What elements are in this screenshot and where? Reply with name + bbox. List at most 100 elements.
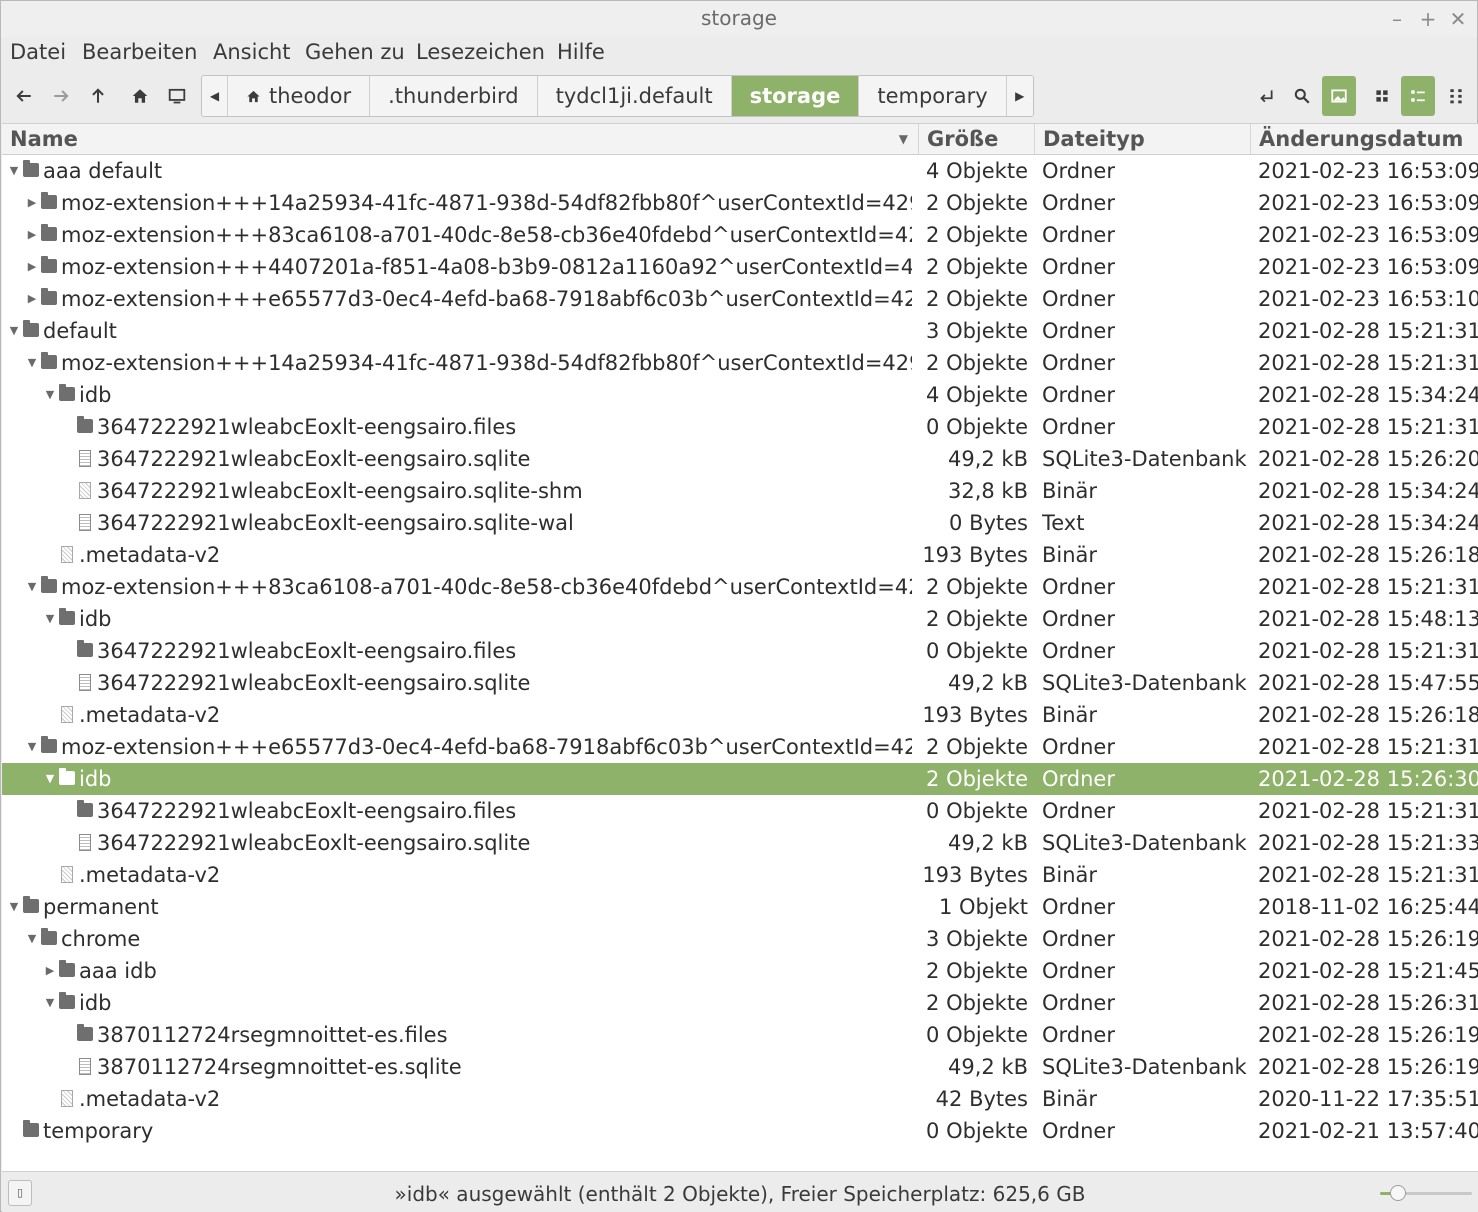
- folder-row[interactable]: ▼ moz-extension+++14a25934-41fc-4871-938d…: [2, 347, 1478, 379]
- forward-button[interactable]: [44, 79, 78, 113]
- row-date: 2021-02-23 16:53:09: [1258, 159, 1478, 183]
- up-button[interactable]: [81, 79, 115, 113]
- file-row[interactable]: .metadata-v2 193 Bytes Binär 2021-02-28 15:…: [2, 859, 1478, 891]
- row-date: 2021-02-28 15:26:19: [1258, 1055, 1478, 1079]
- expander-collapsed-icon[interactable]: ▶: [43, 955, 57, 987]
- folder-row[interactable]: 3647222921wleabcEoxlt-eengsairo.files 0 O…: [2, 411, 1478, 443]
- menu-lesezeichen[interactable]: Lesezeichen: [416, 40, 545, 64]
- folder-row[interactable]: temporary 0 Objekte Ordner 2021-02-21 13:57…: [2, 1115, 1478, 1147]
- file-row[interactable]: 3870112724rsegmnoittet-es.sqlite 49,2 kB S…: [2, 1051, 1478, 1083]
- row-date: 2021-02-28 15:21:31: [1258, 575, 1478, 599]
- expander-expanded-icon[interactable]: ▼: [25, 923, 39, 955]
- folder-row[interactable]: ▼ chrome 3 Objekte Ordner 2021-02-28 15:26:1…: [2, 923, 1478, 955]
- expander-expanded-icon[interactable]: ▼: [25, 571, 39, 603]
- computer-button[interactable]: [160, 79, 194, 113]
- icon-view-button[interactable]: [1322, 76, 1356, 116]
- folder-row[interactable]: ▶ aaa idb 2 Objekte Ordner 2021-02-28 15:21:…: [2, 955, 1478, 987]
- folder-row[interactable]: 3870112724rsegmnoittet-es.files 0 Objekte…: [2, 1019, 1478, 1051]
- row-size: 2 Objekte: [926, 575, 1028, 599]
- expander-expanded-icon[interactable]: ▼: [25, 731, 39, 763]
- folder-row[interactable]: 3647222921wleabcEoxlt-eengsairo.files 0 O…: [2, 795, 1478, 827]
- list-view-button[interactable]: [1401, 76, 1435, 116]
- folder-row[interactable]: ▼ idb 2 Objekte Ordner 2021-02-28 15:26:30: [2, 763, 1478, 795]
- menu-hilfe[interactable]: Hilfe: [557, 40, 605, 64]
- folder-row[interactable]: ▼ idb 4 Objekte Ordner 2021-02-28 15:34:24: [2, 379, 1478, 411]
- maximize-button[interactable]: +: [1413, 4, 1443, 34]
- folder-row[interactable]: ▶ moz-extension+++e65577d3-0ec4-4efd-ba68…: [2, 283, 1478, 315]
- row-name: 3647222921wleabcEoxlt-eengsairo.files: [97, 799, 517, 823]
- file-row[interactable]: 3647222921wleabcEoxlt-eengsairo.sqlite-s…: [2, 475, 1478, 507]
- breadcrumb-thunderbird[interactable]: .thunderbird: [370, 76, 538, 116]
- column-name[interactable]: Name ▼: [2, 124, 919, 155]
- folder-row[interactable]: 3647222921wleabcEoxlt-eengsairo.files 0 O…: [2, 635, 1478, 667]
- search-button[interactable]: [1285, 76, 1319, 116]
- expander-collapsed-icon[interactable]: ▶: [25, 219, 39, 251]
- folder-row[interactable]: ▶ moz-extension+++4407201a-f851-4a08-b3b9…: [2, 251, 1478, 283]
- menu-ansicht[interactable]: Ansicht: [213, 40, 291, 64]
- expander-collapsed-icon[interactable]: ▶: [25, 187, 39, 219]
- expander-expanded-icon[interactable]: ▼: [43, 603, 57, 635]
- breadcrumb-temporary[interactable]: temporary: [859, 76, 1007, 116]
- breadcrumb-scroll-right[interactable]: ▶: [1006, 76, 1033, 116]
- file-row[interactable]: 3647222921wleabcEoxlt-eengsairo.sqlite 49…: [2, 667, 1478, 699]
- folder-row[interactable]: ▼ aaa default 4 Objekte Ordner 2021-02-23 16…: [2, 155, 1478, 187]
- expander-expanded-icon[interactable]: ▼: [43, 763, 57, 795]
- folder-icon: [23, 320, 39, 337]
- expander-collapsed-icon[interactable]: ▶: [25, 283, 39, 315]
- minimize-button[interactable]: –: [1382, 4, 1412, 34]
- menu-bearbeiten[interactable]: Bearbeiten: [82, 40, 197, 64]
- expander-expanded-icon[interactable]: ▼: [25, 347, 39, 379]
- expander-expanded-icon[interactable]: ▼: [7, 155, 21, 187]
- file-row[interactable]: 3647222921wleabcEoxlt-eengsairo.sqlite 49…: [2, 443, 1478, 475]
- row-type: Ordner: [1042, 639, 1115, 663]
- row-name: .metadata-v2: [79, 543, 221, 567]
- row-date: 2018-11-02 16:25:44: [1258, 895, 1478, 919]
- row-size: 0 Objekte: [926, 1119, 1028, 1143]
- folder-row[interactable]: ▶ moz-extension+++83ca6108-a701-40dc-8e58…: [2, 219, 1478, 251]
- file-row[interactable]: .metadata-v2 193 Bytes Binär 2021-02-28 15:…: [2, 539, 1478, 571]
- breadcrumb-profile[interactable]: tydcl1ji.default: [537, 76, 732, 116]
- folder-row[interactable]: ▼ moz-extension+++e65577d3-0ec4-4efd-ba68…: [2, 731, 1478, 763]
- row-name: permanent: [43, 895, 159, 919]
- row-size: 2 Objekte: [926, 767, 1028, 791]
- folder-row[interactable]: ▼ permanent 1 Objekt Ordner 2018-11-02 16:25…: [2, 891, 1478, 923]
- row-name: idb: [79, 607, 112, 631]
- menu-gehen-zu[interactable]: Gehen zu: [305, 40, 405, 64]
- file-row[interactable]: 3647222921wleabcEoxlt-eengsairo.sqlite-w…: [2, 507, 1478, 539]
- expander-collapsed-icon[interactable]: ▶: [25, 251, 39, 283]
- file-row[interactable]: .metadata-v2 193 Bytes Binär 2021-02-28 15:…: [2, 699, 1478, 731]
- column-type[interactable]: Dateityp: [1035, 124, 1251, 155]
- menu-datei[interactable]: Datei: [10, 40, 66, 64]
- folder-row[interactable]: ▶ moz-extension+++14a25934-41fc-4871-938d…: [2, 187, 1478, 219]
- home-button[interactable]: [123, 79, 157, 113]
- folder-row[interactable]: ▼ idb 2 Objekte Ordner 2021-02-28 15:26:31: [2, 987, 1478, 1019]
- expander-expanded-icon[interactable]: ▼: [7, 315, 21, 347]
- back-button[interactable]: [7, 79, 41, 113]
- folder-icon: [59, 608, 75, 625]
- row-size: 193 Bytes: [922, 703, 1028, 727]
- expander-expanded-icon[interactable]: ▼: [43, 987, 57, 1019]
- column-header: Name ▼ Größe Dateityp Änderungsdatum: [2, 123, 1478, 155]
- expander-expanded-icon[interactable]: ▼: [7, 891, 21, 923]
- grid-view-button[interactable]: [1365, 76, 1399, 116]
- breadcrumb-scroll-left[interactable]: ◀: [202, 76, 228, 116]
- column-modified[interactable]: Änderungsdatum: [1251, 124, 1478, 155]
- folder-row[interactable]: ▼ default 3 Objekte Ordner 2021-02-28 15:21:…: [2, 315, 1478, 347]
- breadcrumb-theodor[interactable]: theodor: [228, 76, 371, 116]
- expander-expanded-icon[interactable]: ▼: [43, 379, 57, 411]
- row-size: 2 Objekte: [926, 223, 1028, 247]
- compact-view-button[interactable]: [1439, 76, 1473, 116]
- row-size: 0 Bytes: [949, 511, 1028, 535]
- breadcrumb-storage[interactable]: storage: [731, 76, 860, 116]
- folder-icon: [77, 1024, 93, 1041]
- file-row[interactable]: .metadata-v2 42 Bytes Binär 2020-11-22 17:3…: [2, 1083, 1478, 1115]
- row-type: Ordner: [1042, 767, 1115, 791]
- folder-row[interactable]: ▼ moz-extension+++83ca6108-a701-40dc-8e58…: [2, 571, 1478, 603]
- menu-bar: Datei Bearbeiten Ansicht Gehen zu Leseze…: [1, 37, 1477, 69]
- close-button[interactable]: ✕: [1443, 4, 1473, 34]
- toggle-location-button[interactable]: [1249, 76, 1283, 116]
- column-size[interactable]: Größe: [919, 124, 1035, 155]
- file-row[interactable]: 3647222921wleabcEoxlt-eengsairo.sqlite 49…: [2, 827, 1478, 859]
- folder-row[interactable]: ▼ idb 2 Objekte Ordner 2021-02-28 15:48:13: [2, 603, 1478, 635]
- zoom-slider[interactable]: [1380, 1185, 1472, 1201]
